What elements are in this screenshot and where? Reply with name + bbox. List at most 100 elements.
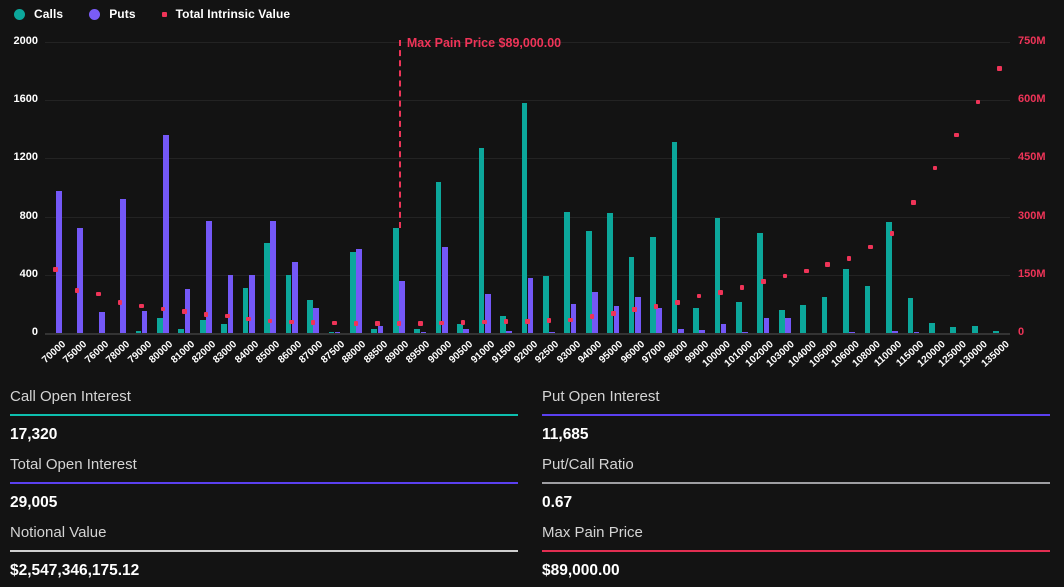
call-bar[interactable] [865,286,871,333]
intrinsic-value-point[interactable] [718,290,723,295]
put-bar[interactable] [249,275,255,333]
intrinsic-value-point[interactable] [204,312,209,317]
call-bar[interactable] [178,329,184,333]
put-bar[interactable] [914,332,920,334]
intrinsic-value-point[interactable] [954,133,959,138]
intrinsic-value-point[interactable] [568,318,573,323]
put-bar[interactable] [228,275,234,333]
put-bar[interactable] [678,329,684,333]
call-bar[interactable] [950,327,956,333]
call-bar[interactable] [500,316,506,333]
put-bar[interactable] [764,318,770,333]
put-bar[interactable] [463,329,469,333]
intrinsic-value-point[interactable] [461,320,466,325]
intrinsic-value-point[interactable] [482,320,487,325]
intrinsic-value-point[interactable] [868,245,873,250]
intrinsic-value-point[interactable] [761,279,766,284]
put-bar[interactable] [335,332,341,334]
put-bar[interactable] [785,318,791,333]
intrinsic-value-point[interactable] [246,317,251,322]
intrinsic-value-point[interactable] [525,319,530,324]
intrinsic-value-point[interactable] [75,288,80,293]
call-bar[interactable] [886,222,892,333]
call-bar[interactable] [715,218,721,333]
intrinsic-value-point[interactable] [804,269,809,274]
call-bar[interactable] [693,308,699,333]
intrinsic-value-point[interactable] [654,304,659,309]
put-bar[interactable] [421,332,427,334]
call-bar[interactable] [993,331,999,333]
intrinsic-value-point[interactable] [632,307,637,312]
intrinsic-value-point[interactable] [268,319,273,324]
intrinsic-value-point[interactable] [354,321,359,326]
put-bar[interactable] [549,332,555,334]
intrinsic-value-point[interactable] [933,166,938,171]
legend-item-calls[interactable]: Calls [14,7,63,21]
intrinsic-value-point[interactable] [890,231,895,236]
intrinsic-value-point[interactable] [590,314,595,319]
put-bar[interactable] [378,326,384,333]
intrinsic-value-point[interactable] [504,319,509,324]
put-bar[interactable] [592,292,598,333]
put-bar[interactable] [270,221,276,333]
intrinsic-value-point[interactable] [611,311,616,316]
call-bar[interactable] [543,276,549,333]
call-bar[interactable] [908,298,914,333]
intrinsic-value-point[interactable] [53,267,58,272]
put-bar[interactable] [506,331,512,333]
intrinsic-value-point[interactable] [418,321,423,326]
intrinsic-value-point[interactable] [161,307,166,312]
call-bar[interactable] [822,297,828,333]
intrinsic-value-point[interactable] [847,256,852,261]
call-bar[interactable] [479,148,485,333]
intrinsic-value-point[interactable] [825,262,830,267]
call-bar[interactable] [307,300,313,333]
intrinsic-value-point[interactable] [96,292,101,297]
put-bar[interactable] [635,297,641,333]
call-bar[interactable] [972,326,978,333]
call-bar[interactable] [243,288,249,333]
intrinsic-value-point[interactable] [740,285,745,290]
intrinsic-value-point[interactable] [375,321,380,326]
put-bar[interactable] [656,308,662,333]
put-bar[interactable] [699,330,705,333]
call-bar[interactable] [414,329,420,333]
call-bar[interactable] [800,305,806,333]
legend-item-puts[interactable]: Puts [89,7,135,21]
call-bar[interactable] [200,320,206,333]
put-bar[interactable] [721,324,727,333]
call-bar[interactable] [286,275,292,333]
intrinsic-value-point[interactable] [439,321,444,326]
intrinsic-value-point[interactable] [675,300,680,305]
put-bar[interactable] [528,278,534,333]
call-bar[interactable] [436,182,442,333]
intrinsic-value-point[interactable] [397,321,402,326]
intrinsic-value-point[interactable] [289,320,294,325]
call-bar[interactable] [522,103,528,333]
intrinsic-value-point[interactable] [976,100,981,105]
put-bar[interactable] [56,191,62,333]
put-bar[interactable] [892,331,898,333]
intrinsic-value-point[interactable] [997,66,1002,71]
put-bar[interactable] [849,332,855,334]
call-bar[interactable] [457,324,463,333]
put-bar[interactable] [742,332,748,334]
put-bar[interactable] [77,228,83,333]
call-bar[interactable] [157,318,163,333]
put-bar[interactable] [485,294,491,333]
intrinsic-value-point[interactable] [547,318,552,323]
put-bar[interactable] [163,135,169,333]
intrinsic-value-point[interactable] [783,274,788,279]
call-bar[interactable] [329,332,335,334]
call-bar[interactable] [564,212,570,333]
intrinsic-value-point[interactable] [225,314,230,319]
call-bar[interactable] [736,302,742,333]
call-bar[interactable] [136,331,142,333]
intrinsic-value-point[interactable] [697,294,702,299]
legend-item-intrinsic-value[interactable]: Total Intrinsic Value [162,7,291,21]
put-bar[interactable] [120,199,126,333]
call-bar[interactable] [650,237,656,333]
call-bar[interactable] [929,323,935,333]
intrinsic-value-point[interactable] [311,320,316,325]
call-bar[interactable] [629,257,635,333]
